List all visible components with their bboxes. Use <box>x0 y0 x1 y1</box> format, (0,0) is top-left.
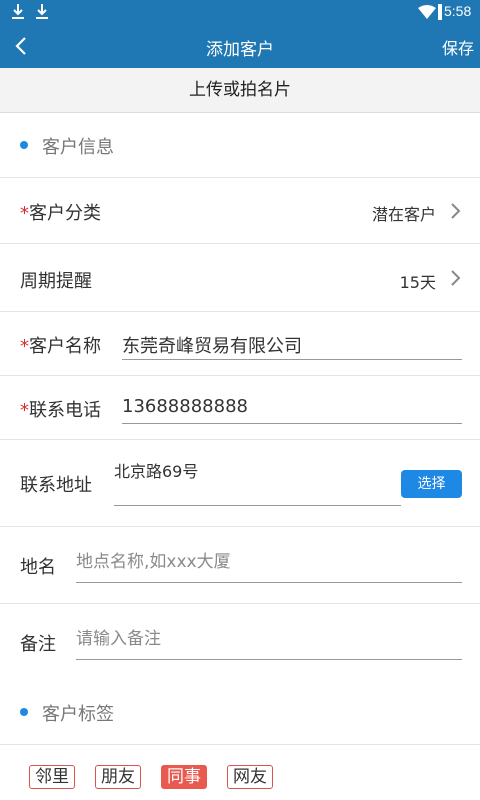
customer-name-label-text: 客户名称 <box>29 336 101 357</box>
tag-netfriend[interactable]: 网友 <box>227 765 273 789</box>
battery-icon <box>438 4 442 20</box>
save-button[interactable]: 保存 <box>442 35 474 59</box>
category-label-text: 客户分类 <box>29 203 101 224</box>
download-icon <box>36 4 48 19</box>
section-title: 客户标签 <box>42 704 114 725</box>
upload-card-button[interactable]: 上传或拍名片 <box>0 68 480 113</box>
phone-row: *联系电话 13688888888 <box>0 375 480 439</box>
address-value: 北京路69号 <box>114 462 199 481</box>
download-icon <box>12 4 24 19</box>
place-label: 地名 <box>20 557 56 578</box>
phone-label: *联系电话 <box>20 396 101 422</box>
chevron-right-icon <box>451 270 461 286</box>
required-mark: * <box>20 203 29 224</box>
remark-row: 备注 请输入备注 <box>0 603 480 680</box>
place-input[interactable]: 地点名称,如xxx大厦 <box>76 541 462 583</box>
category-row[interactable]: *客户分类 潜在客户 <box>0 177 480 243</box>
section-customer-info: 客户信息 <box>0 113 480 177</box>
tag-friend[interactable]: 朋友 <box>95 765 141 789</box>
category-value: 潜在客户 <box>371 205 436 224</box>
cycle-label: 周期提醒 <box>20 271 92 292</box>
app-bar: 添加客户 保存 <box>0 24 480 68</box>
cycle-reminder-row[interactable]: 周期提醒 15天 <box>0 243 480 311</box>
customer-name-row: *客户名称 东莞奇峰贸易有限公司 <box>0 311 480 375</box>
bullet-dot-icon <box>20 141 28 149</box>
tag-colleague[interactable]: 同事 <box>161 765 207 789</box>
required-mark: * <box>20 336 29 357</box>
place-row: 地名 地点名称,如xxx大厦 <box>0 526 480 603</box>
status-bar: 5:58 <box>0 0 480 24</box>
address-input[interactable]: 北京路69号 <box>114 454 401 506</box>
chevron-right-icon <box>451 203 461 219</box>
select-address-button[interactable]: 选择 <box>401 470 462 498</box>
customer-name-input[interactable]: 东莞奇峰贸易有限公司 <box>122 326 462 360</box>
customer-name-value: 东莞奇峰贸易有限公司 <box>122 336 302 357</box>
phone-label-text: 联系电话 <box>29 400 101 421</box>
place-placeholder: 地点名称,如xxx大厦 <box>76 552 231 572</box>
bullet-dot-icon <box>20 708 28 716</box>
tag-neighbor[interactable]: 邻里 <box>29 765 75 789</box>
cycle-value: 15天 <box>399 273 436 292</box>
remark-placeholder: 请输入备注 <box>76 629 161 649</box>
section-title: 客户信息 <box>42 137 114 158</box>
wifi-icon <box>418 5 436 19</box>
phone-value: 13688888888 <box>122 396 248 417</box>
remark-input[interactable]: 请输入备注 <box>76 618 462 660</box>
address-label: 联系地址 <box>20 475 92 496</box>
category-label: *客户分类 <box>20 199 101 225</box>
required-mark: * <box>20 400 29 421</box>
phone-input[interactable]: 13688888888 <box>122 390 462 424</box>
status-time: 5:58 <box>444 3 472 19</box>
address-row: 联系地址 北京路69号 选择 <box>0 439 480 526</box>
section-customer-tags: 客户标签 <box>0 680 480 744</box>
remark-label: 备注 <box>20 634 56 655</box>
tag-list: 邻里 朋友 同事 网友 <box>0 744 480 800</box>
page-title: 添加客户 <box>206 40 274 60</box>
customer-name-label: *客户名称 <box>20 332 101 358</box>
